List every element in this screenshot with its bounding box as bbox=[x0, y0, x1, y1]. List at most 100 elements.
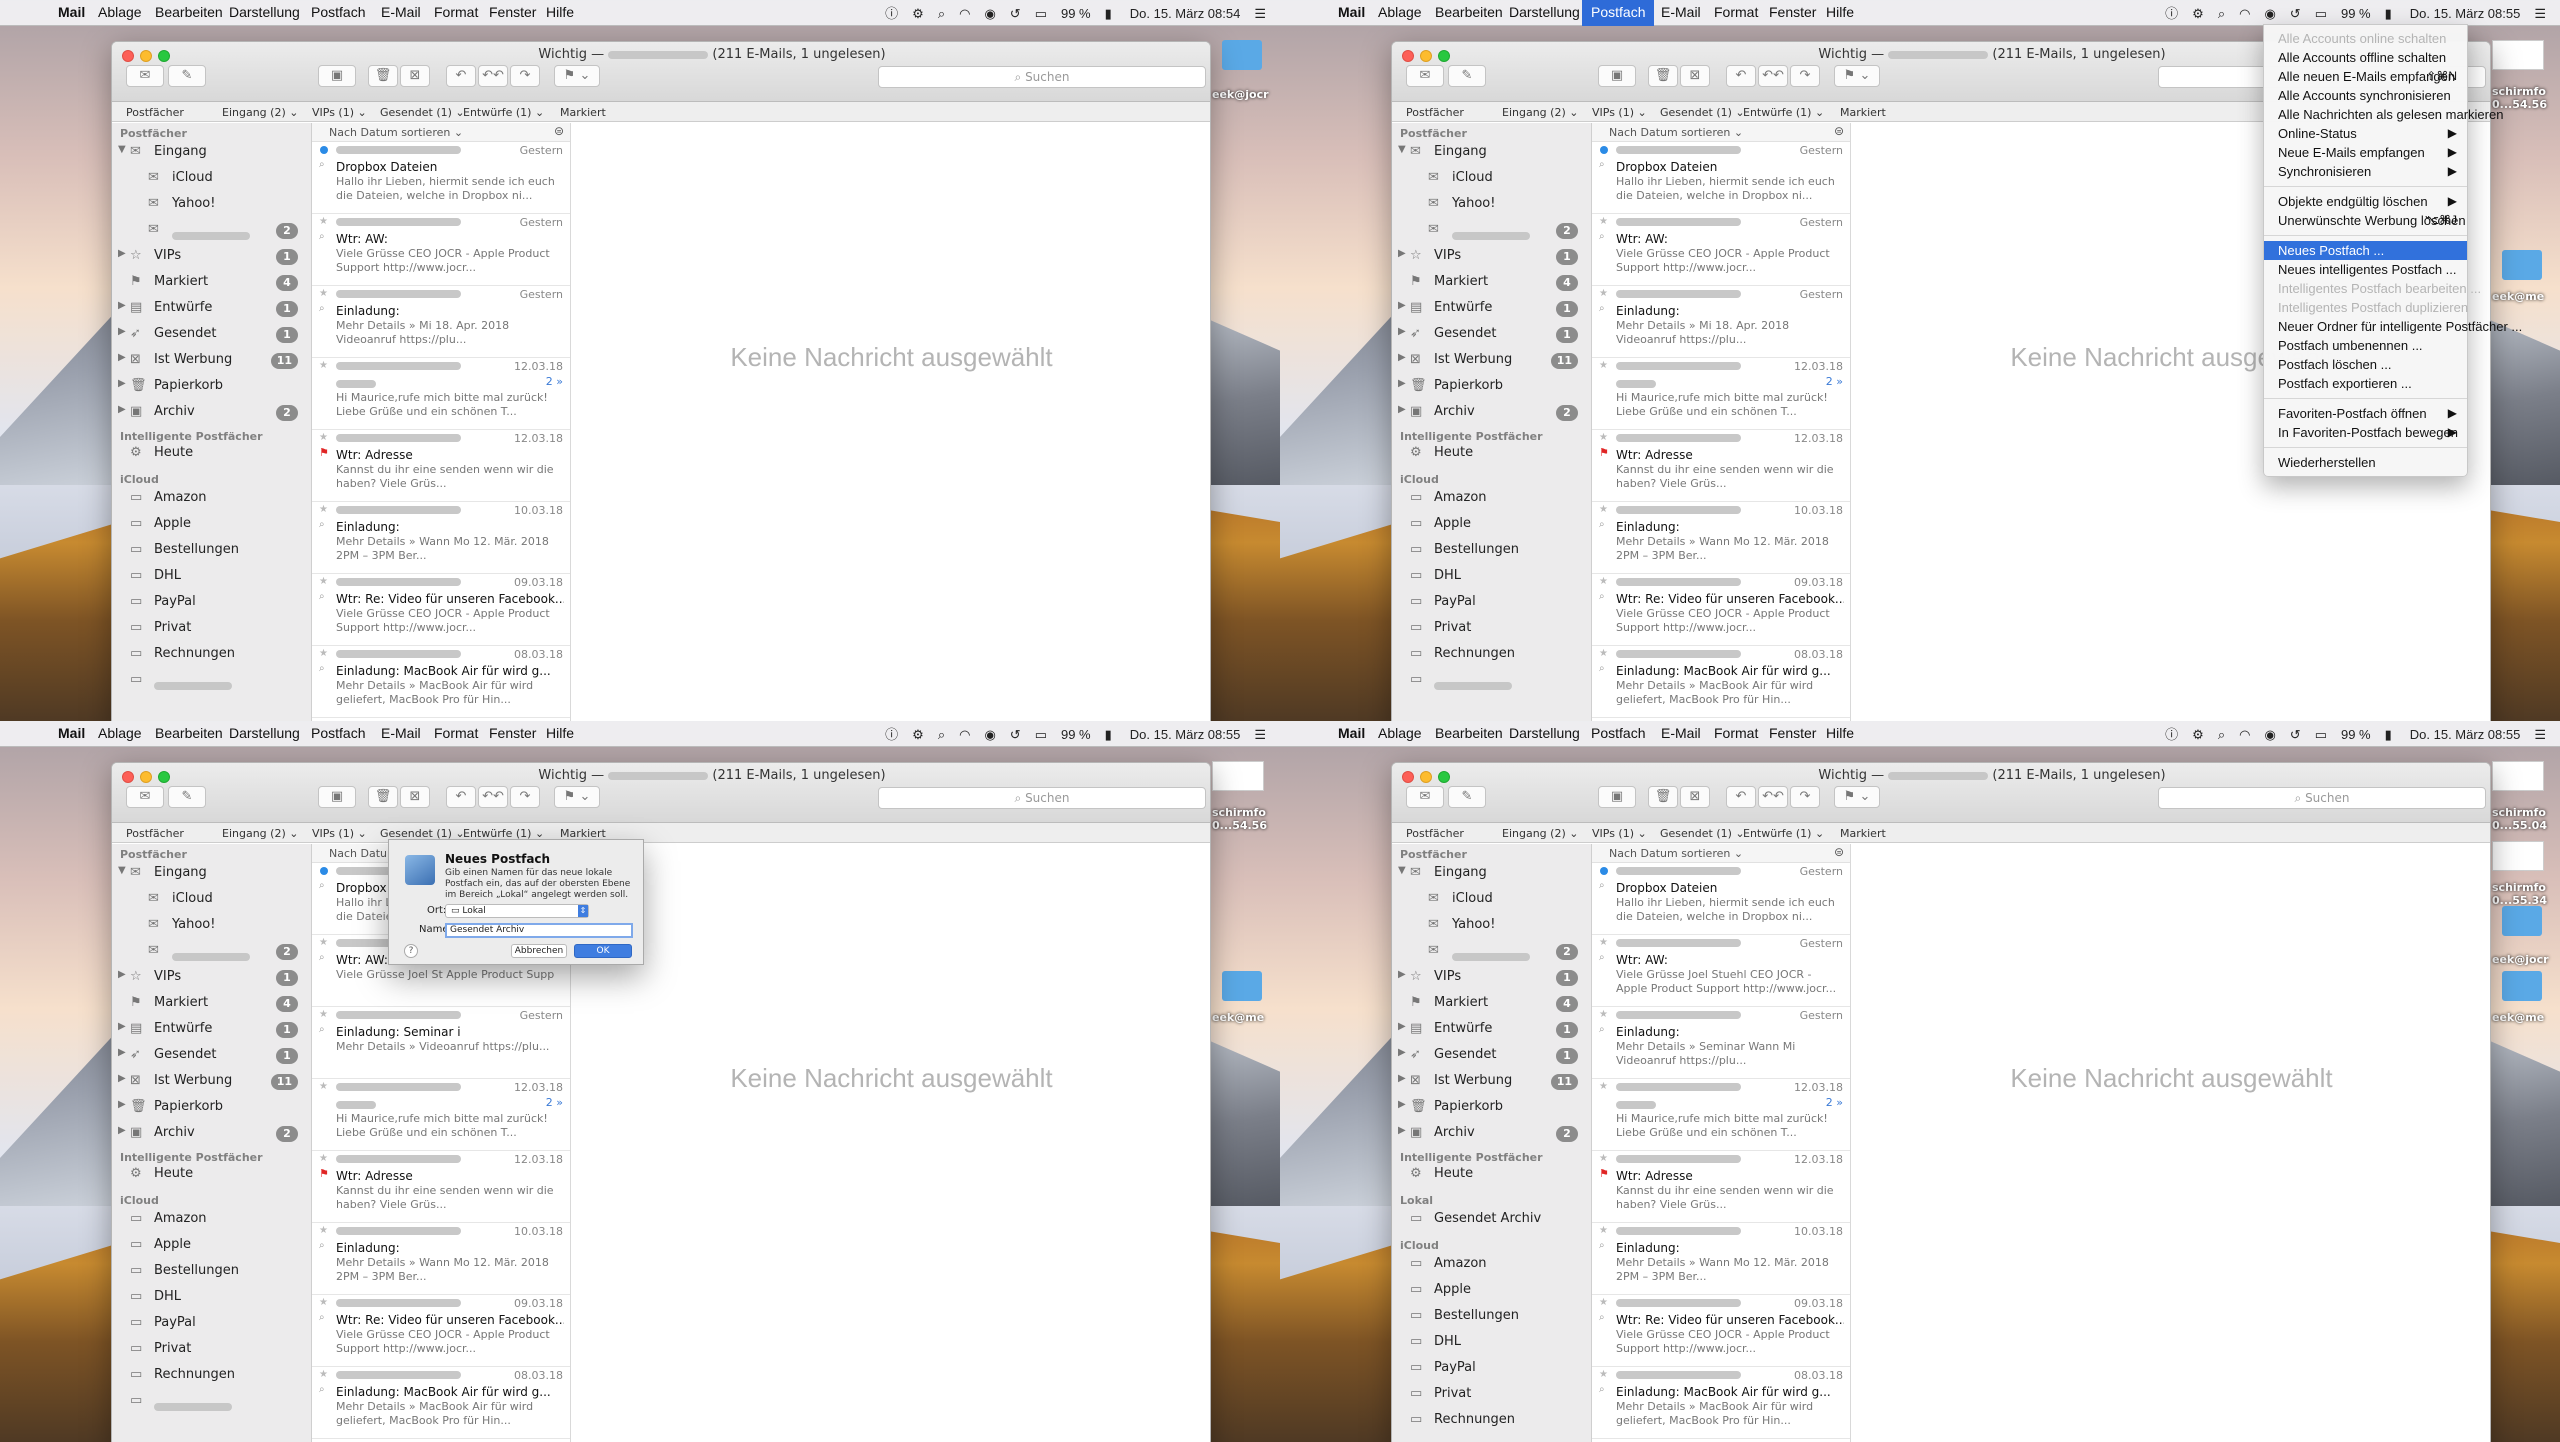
forward-button[interactable]: ↷ bbox=[510, 786, 540, 808]
sidebar-item-folder-paypal[interactable]: ▭ PayPal bbox=[112, 1311, 311, 1337]
get-mail-button[interactable]: ✉ bbox=[1406, 65, 1444, 87]
close-window-button[interactable] bbox=[122, 50, 134, 62]
menu-postfach[interactable]: Postfach bbox=[311, 4, 365, 20]
ok-button[interactable]: OK bbox=[574, 944, 632, 958]
desktop-label[interactable]: eek@me bbox=[2492, 290, 2552, 303]
screenshot-file-icon[interactable] bbox=[2492, 40, 2544, 70]
sidebar-item-sent[interactable]: ▶ ➶ Gesendet 1 bbox=[1392, 1043, 1591, 1069]
menu-postfach[interactable]: Postfach bbox=[1582, 0, 1655, 26]
sidebar-item-folder-bestellungen[interactable]: ▭ Bestellungen bbox=[112, 538, 311, 564]
menu-mail[interactable]: Mail bbox=[1338, 4, 1365, 20]
folder-icon[interactable] bbox=[2502, 971, 2542, 1001]
sidebar-item-sent[interactable]: ▶ ➶ Gesendet 1 bbox=[112, 1043, 311, 1069]
zoom-window-button[interactable] bbox=[1438, 50, 1450, 62]
app-icon[interactable]: ◉ bbox=[984, 727, 995, 743]
menu-item-12[interactable]: Neues Postfach ... bbox=[2264, 241, 2467, 260]
message-row[interactable]: ★ ⌕ 08.03.18 Einladung: MacBook Air für wir… bbox=[312, 646, 570, 718]
zoom-window-button[interactable] bbox=[1438, 771, 1450, 783]
sidebar-item-yahoo[interactable]: ✉ Yahoo! bbox=[1392, 192, 1591, 218]
message-row[interactable]: ★ ⌕ Gestern Wtr: AW: Viele Grüsse CEO JOCR -… bbox=[312, 214, 570, 286]
notification-center-icon[interactable]: ☰ bbox=[1254, 727, 1266, 743]
disclosure-triangle-icon[interactable]: ▶ bbox=[118, 300, 126, 311]
sidebar-item-folder-bestellungen[interactable]: ▭ Bestellungen bbox=[1392, 538, 1591, 564]
message-row[interactable]: ⌕ Gestern Dropbox DateienHallo ihr Lieben,… bbox=[312, 142, 570, 214]
desktop-label[interactable]: 0...55.04 bbox=[2492, 819, 2552, 832]
menu-item-17[interactable]: Postfach umbenennen ... bbox=[2264, 336, 2467, 355]
delete-button[interactable]: 🗑 bbox=[368, 786, 398, 808]
archive-button[interactable]: ▣ bbox=[318, 65, 356, 87]
filter-icon[interactable]: ⊜ bbox=[554, 124, 564, 138]
menu-hilfe[interactable]: Hilfe bbox=[546, 4, 574, 20]
menu-item-3[interactable]: Alle Accounts synchronisieren bbox=[2264, 86, 2467, 105]
sidebar-item-folder-amazon[interactable]: ▭ Amazon bbox=[1392, 486, 1591, 512]
menu-format[interactable]: Format bbox=[434, 4, 478, 20]
message-row[interactable]: ★ ⌕ 10.03.18 Einladung: Mehr Details » Wann … bbox=[312, 502, 570, 574]
sidebar-item-folder-apple[interactable]: ▭ Apple bbox=[112, 512, 311, 538]
sidebar-item-folder-amazon[interactable]: ▭ Amazon bbox=[112, 1207, 311, 1233]
sidebar-item-icloud[interactable]: ✉ iCloud bbox=[112, 166, 311, 192]
compose-button[interactable]: ✎ bbox=[168, 65, 206, 87]
disclosure-triangle-icon[interactable]: ▶ bbox=[1398, 378, 1406, 389]
extension-icon[interactable]: ⚙ bbox=[2192, 6, 2204, 22]
menu-ablage[interactable]: Ablage bbox=[98, 4, 142, 20]
menu-email[interactable]: E-Mail bbox=[1661, 4, 1701, 20]
menu-email[interactable]: E-Mail bbox=[381, 4, 421, 20]
disclosure-triangle-icon[interactable]: ▼ bbox=[1398, 144, 1406, 155]
favorite-1[interactable]: Eingang (2) ⌄ bbox=[1502, 106, 1578, 119]
sidebar-item-today[interactable]: ⚙ Heute bbox=[112, 441, 311, 467]
favorite-5[interactable]: Markiert bbox=[1840, 827, 1886, 840]
sidebar-item-vips[interactable]: ▶ ☆ VIPs 1 bbox=[112, 965, 311, 991]
sidebar-item-folder-redacted[interactable]: ▭ bbox=[1392, 668, 1591, 694]
menu-item-7[interactable]: Synchronisieren ▶ bbox=[2264, 162, 2467, 181]
menu-fenster[interactable]: Fenster bbox=[1769, 725, 1816, 741]
zoom-window-button[interactable] bbox=[158, 771, 170, 783]
location-select[interactable]: ▭ Lokal ⇕ bbox=[445, 904, 589, 918]
sidebar-item-folder-dhl[interactable]: ▭ DHL bbox=[112, 564, 311, 590]
menu-item-22[interactable]: In Favoriten-Postfach bewegen ▶ bbox=[2264, 423, 2467, 442]
battery-icon[interactable]: ▮ bbox=[2385, 6, 2392, 22]
sidebar-item-yahoo[interactable]: ✉ Yahoo! bbox=[112, 192, 311, 218]
sidebar-item-folder-dhl[interactable]: ▭ DHL bbox=[1392, 564, 1591, 590]
message-row[interactable]: ★ ⌕ Gestern Einladung: Mehr Details » Semina… bbox=[1592, 1007, 1850, 1079]
message-row[interactable]: ★ ⚑ 12.03.18 Wtr: Adresse Kannst du ihr eine… bbox=[1592, 430, 1850, 502]
menu-darstellung[interactable]: Darstellung bbox=[229, 725, 300, 741]
sidebar-item-today[interactable]: ⚙ Heute bbox=[112, 1162, 311, 1188]
menu-fenster[interactable]: Fenster bbox=[1769, 4, 1816, 20]
close-window-button[interactable] bbox=[122, 771, 134, 783]
reply-button[interactable]: ↶ bbox=[1726, 65, 1756, 87]
sidebar-item-folder-dhl[interactable]: ▭ DHL bbox=[1392, 1330, 1591, 1356]
battery-label[interactable]: 99 % bbox=[2341, 727, 2371, 742]
disclosure-triangle-icon[interactable]: ▶ bbox=[1398, 1073, 1406, 1084]
message-row[interactable]: ★ ⌕ 09.03.18 Wtr: Re: Video für unseren Fac… bbox=[312, 574, 570, 646]
folder-icon[interactable] bbox=[2502, 250, 2542, 280]
info-icon[interactable]: ⓘ bbox=[885, 3, 898, 22]
menu-fenster[interactable]: Fenster bbox=[489, 725, 536, 741]
sidebar-item-flagged[interactable]: ⚑ Markiert 4 bbox=[112, 270, 311, 296]
wifi-icon[interactable]: ◠ bbox=[959, 6, 970, 22]
junk-button[interactable]: ⊠ bbox=[1680, 786, 1710, 808]
disclosure-triangle-icon[interactable]: ▶ bbox=[118, 1047, 126, 1058]
battery-label[interactable]: 99 % bbox=[2341, 6, 2371, 21]
close-window-button[interactable] bbox=[1402, 771, 1414, 783]
sidebar-item-drafts[interactable]: ▶ ▤ Entwürfe 1 bbox=[1392, 296, 1591, 322]
sidebar-item-folder-rechnungen[interactable]: ▭ Rechnungen bbox=[112, 1363, 311, 1389]
disclosure-triangle-icon[interactable]: ▶ bbox=[118, 378, 126, 389]
sort-header[interactable]: Nach Datum sortieren ⌄⊜ bbox=[1592, 844, 1850, 863]
sidebar-item-sent[interactable]: ▶ ➶ Gesendet 1 bbox=[112, 322, 311, 348]
disclosure-triangle-icon[interactable]: ▶ bbox=[118, 1125, 126, 1136]
message-row[interactable]: ⌕ Gestern Dropbox DateienHallo ihr Lieben,… bbox=[1592, 863, 1850, 935]
sidebar-item-archive[interactable]: ▶ ▣ Archiv 2 bbox=[1392, 1121, 1591, 1147]
sort-header[interactable]: Nach Datum sortieren ⌄⊜ bbox=[1592, 123, 1850, 142]
disclosure-triangle-icon[interactable]: ▶ bbox=[1398, 352, 1406, 363]
message-row[interactable]: ★ ⌕ 08.03.18 Einladung: MacBook Air für wir… bbox=[312, 1367, 570, 1439]
disclosure-triangle-icon[interactable]: ▶ bbox=[118, 352, 126, 363]
zoom-window-button[interactable] bbox=[158, 50, 170, 62]
sidebar-item-junk[interactable]: ▶ ⊠ Ist Werbung 11 bbox=[112, 348, 311, 374]
favorite-5[interactable]: Markiert bbox=[1840, 106, 1886, 119]
menu-darstellung[interactable]: Darstellung bbox=[1509, 725, 1580, 741]
clock[interactable]: Do. 15. März 08:54 bbox=[1130, 6, 1241, 21]
filter-icon[interactable]: ⊜ bbox=[1834, 845, 1844, 859]
message-row[interactable]: ★ ⌕ 10.03.18 Einladung: Mehr Details » Wann … bbox=[312, 1223, 570, 1295]
airplay-icon[interactable]: ▭ bbox=[2315, 727, 2327, 743]
notification-center-icon[interactable]: ☰ bbox=[1254, 6, 1266, 22]
